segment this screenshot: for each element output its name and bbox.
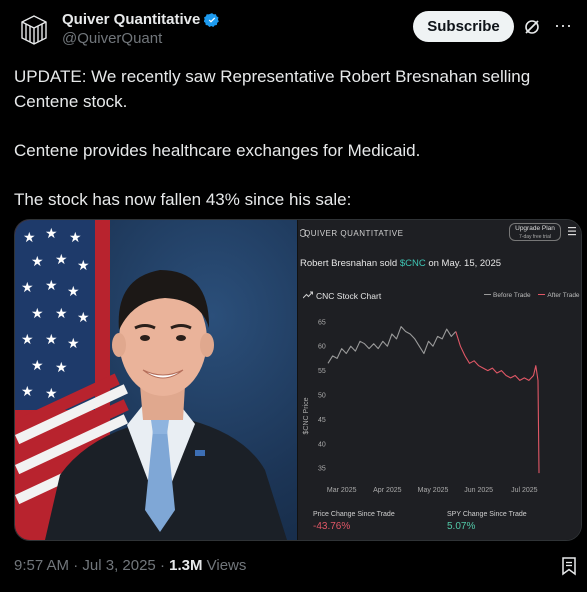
- tweet-paragraph: The stock has now fallen 43% since his s…: [14, 190, 352, 209]
- quiver-logo-icon: [21, 15, 47, 45]
- trade-headline-prefix: Robert Bresnahan sold: [300, 258, 400, 269]
- y-tick-label: 35: [318, 466, 326, 473]
- portrait-photo[interactable]: ★ ★ ★ ★ ★ ★ ★ ★ ★ ★ ★ ★ ★ ★ ★ ★ ★ ★ ★: [15, 220, 297, 540]
- more-horizontal-icon[interactable]: ···: [551, 15, 575, 35]
- upgrade-sublabel: 7-day free trial: [519, 234, 551, 240]
- display-name-row[interactable]: Quiver Quantitative: [62, 11, 220, 28]
- tweet-header: Quiver Quantitative @QuiverQuant Subscri…: [14, 10, 575, 50]
- x-tick-label: Jun 2025: [464, 487, 493, 494]
- chart-legend: Before Trade After Trade: [478, 292, 580, 299]
- y-tick-label: 40: [318, 441, 326, 448]
- x-tick-label: May 2025: [418, 487, 449, 494]
- meta-separator: ·: [69, 557, 83, 574]
- account-handle[interactable]: @QuiverQuant: [62, 30, 220, 47]
- stock-line-chart: $CNC Price 35 40 45 50 55 60 65 Mar 2025 Apr 2025…: [303, 319, 540, 494]
- svg-text:★: ★: [45, 278, 58, 294]
- meta-separator: ·: [155, 557, 170, 574]
- name-block: Quiver Quantitative @QuiverQuant: [62, 11, 220, 47]
- svg-text:★: ★: [21, 384, 34, 400]
- svg-text:★: ★: [31, 254, 44, 270]
- price-change-label: Price Change Since Trade: [313, 511, 395, 518]
- verified-badge-icon: [204, 12, 220, 27]
- tweet-time[interactable]: 9:57 AM: [14, 557, 69, 574]
- svg-text:★: ★: [55, 252, 68, 268]
- svg-text:★: ★: [31, 358, 44, 374]
- svg-text:★: ★: [55, 360, 68, 376]
- svg-text:★: ★: [69, 230, 82, 246]
- upgrade-plan-button[interactable]: Upgrade Plan 7-day free trial: [509, 223, 561, 241]
- x-tick-label: Mar 2025: [327, 487, 357, 494]
- y-tick-label: 60: [318, 344, 326, 351]
- trend-icon: [303, 291, 313, 299]
- y-tick-label: 65: [318, 319, 326, 326]
- tweet-text: UPDATE: We recently saw Representative R…: [14, 64, 569, 236]
- tweet-paragraph: UPDATE: We recently saw Representative R…: [14, 67, 531, 111]
- svg-text:★: ★: [21, 280, 34, 296]
- menu-icon[interactable]: [568, 226, 576, 236]
- spy-change-label: SPY Change Since Trade: [447, 511, 527, 518]
- trade-headline: Robert Bresnahan sold $CNC on May. 15, 2…: [300, 258, 501, 269]
- series-line-after-trade: [455, 331, 540, 474]
- x-tick-label: Apr 2025: [373, 487, 402, 494]
- series-line-before-trade: [327, 326, 457, 364]
- portrait-illustration: ★ ★ ★ ★ ★ ★ ★ ★ ★ ★ ★ ★ ★ ★ ★ ★ ★ ★ ★: [15, 220, 287, 540]
- chart-brand: QUIVER QUANTITATIVE: [304, 229, 404, 238]
- y-tick-label: 55: [318, 368, 326, 375]
- stock-chart-panel[interactable]: QUIVER QUANTITATIVE Upgrade Plan 7-day f…: [298, 220, 581, 540]
- y-tick-label: 50: [318, 393, 326, 400]
- y-tick-label: 45: [318, 417, 326, 424]
- tweet-date[interactable]: Jul 3, 2025: [82, 557, 155, 574]
- subscribe-button[interactable]: Subscribe: [413, 11, 514, 42]
- spy-change-value: 5.07%: [447, 521, 476, 532]
- avatar[interactable]: [14, 10, 54, 50]
- tweet-meta: 9:57 AM · Jul 3, 2025 · 1.3M Views: [14, 557, 246, 574]
- svg-text:★: ★: [55, 306, 68, 322]
- svg-text:★: ★: [77, 310, 90, 326]
- svg-text:★: ★: [23, 230, 36, 246]
- views-count: 1.3M: [169, 557, 203, 574]
- legend-before-label: Before Trade: [493, 292, 531, 299]
- svg-text:★: ★: [45, 226, 58, 242]
- trade-headline-suffix: on May. 15, 2025: [425, 258, 502, 269]
- bookmark-icon[interactable]: [559, 556, 579, 576]
- y-axis-label: $CNC Price: [303, 397, 310, 434]
- svg-text:★: ★: [45, 386, 58, 402]
- tweet-media[interactable]: ★ ★ ★ ★ ★ ★ ★ ★ ★ ★ ★ ★ ★ ★ ★ ★ ★ ★ ★ QU…: [14, 219, 582, 541]
- price-change-value: -43.76%: [313, 521, 351, 532]
- svg-text:★: ★: [45, 332, 58, 348]
- tweet-paragraph: Centene provides healthcare exchanges fo…: [14, 141, 421, 160]
- ticker-link[interactable]: $CNC: [400, 258, 426, 269]
- svg-text:★: ★: [77, 258, 90, 274]
- svg-text:★: ★: [67, 284, 80, 300]
- svg-text:★: ★: [21, 332, 34, 348]
- grok-slash-icon[interactable]: [523, 18, 541, 36]
- legend-after-label: After Trade: [547, 292, 580, 299]
- legend-before: Before Trade: [484, 292, 531, 299]
- x-tick-label: Jul 2025: [511, 487, 538, 494]
- views-label: Views: [202, 557, 247, 574]
- display-name[interactable]: Quiver Quantitative: [62, 11, 200, 28]
- upgrade-label: Upgrade Plan: [515, 225, 555, 232]
- chart-title: CNC Stock Chart: [316, 291, 382, 301]
- legend-after: After Trade: [538, 292, 580, 299]
- svg-text:★: ★: [31, 306, 44, 322]
- svg-text:★: ★: [67, 336, 80, 352]
